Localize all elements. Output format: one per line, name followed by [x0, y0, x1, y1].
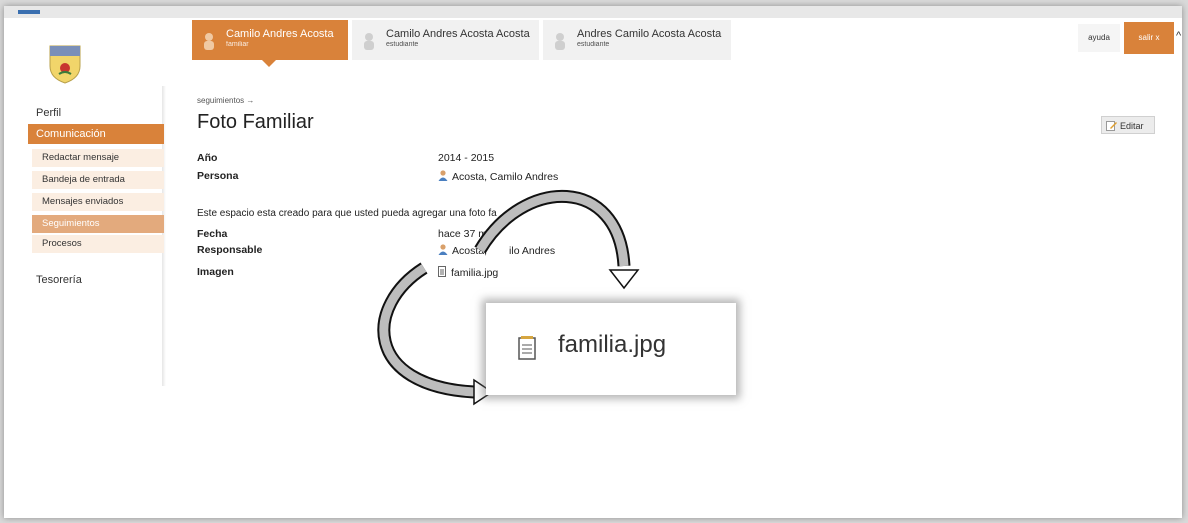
text-file-icon — [518, 336, 536, 360]
zoom-callout: familia.jpg — [486, 303, 736, 395]
app-window: Camilo Andres Acosta familiar Camilo And… — [4, 6, 1182, 518]
zoom-filename: familia.jpg — [558, 331, 667, 358]
callout-arrows — [377, 189, 640, 406]
